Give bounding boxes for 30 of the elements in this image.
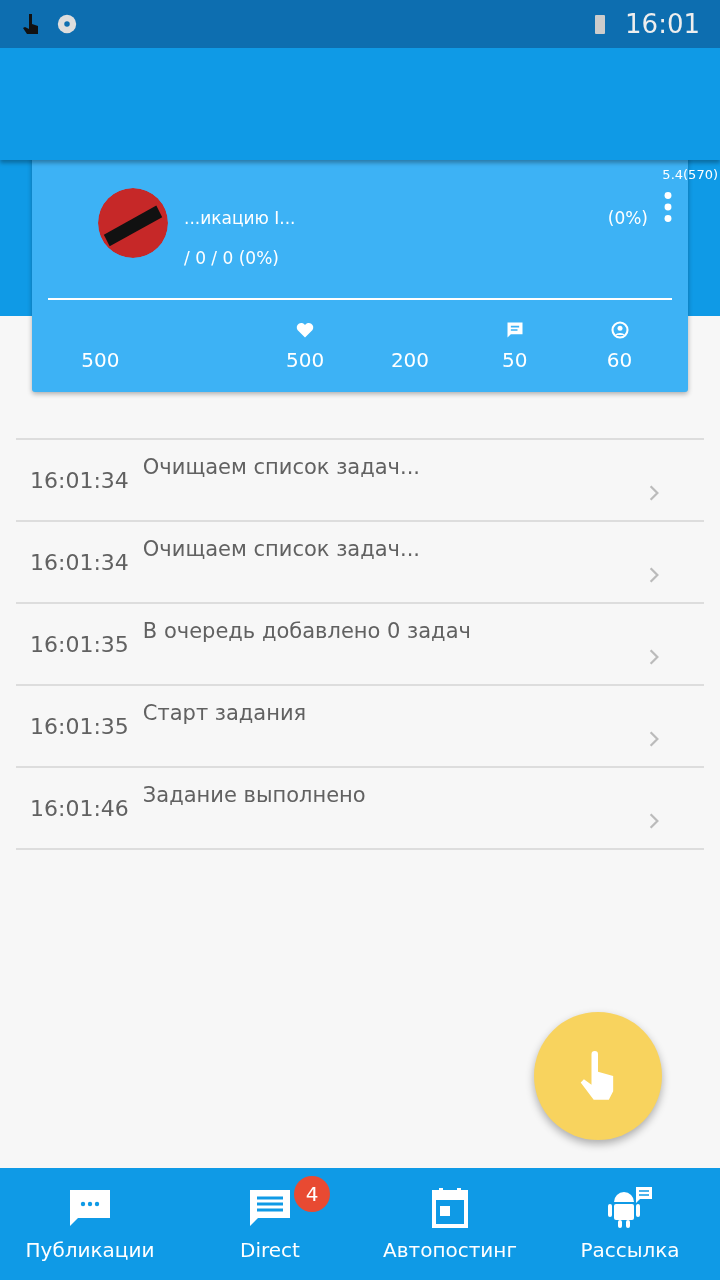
nav-item[interactable]: Рассылка bbox=[540, 1168, 720, 1280]
percent-label: (0%) bbox=[607, 208, 648, 228]
nav-item[interactable]: Автопостинг bbox=[360, 1168, 540, 1280]
log-row[interactable]: 16:01:34 Очищаем список задач... bbox=[16, 440, 704, 522]
unread-badge: 4 bbox=[294, 1176, 330, 1212]
log-row[interactable]: 16:01:35 Старт задания bbox=[16, 686, 704, 768]
stat-value: 200 bbox=[390, 348, 430, 372]
log-message: Задание выполнено bbox=[142, 783, 367, 807]
log-message: Очищаем список задач... bbox=[142, 537, 422, 561]
log-message: Очищаем список задач... bbox=[142, 455, 422, 479]
log-message: В очередь добавлено 0 задач bbox=[142, 619, 472, 643]
log-time: 16:01:35 bbox=[30, 631, 129, 657]
nav-item[interactable]: 4 Direct bbox=[180, 1168, 360, 1280]
version-label: 5.4(570) bbox=[662, 167, 718, 182]
stat-value: 500 bbox=[81, 348, 120, 372]
log-time: 16:01:46 bbox=[30, 795, 129, 821]
task-label: ...икацию I... bbox=[184, 208, 296, 228]
clock: 16:01 bbox=[625, 9, 700, 39]
log-time: 16:01:34 bbox=[30, 467, 129, 493]
log-message: Старт задания bbox=[142, 701, 308, 725]
stat-value: 50 bbox=[502, 348, 528, 372]
log-row[interactable]: 16:01:46 Задание выполнено bbox=[16, 768, 704, 850]
nav-item[interactable]: Публикации bbox=[0, 1168, 180, 1280]
log-time: 16:01:34 bbox=[30, 549, 129, 575]
stat-value: 500 bbox=[286, 348, 325, 372]
stat-value: 60 bbox=[606, 348, 633, 372]
counter-label: / 0 / 0 (0%) bbox=[184, 248, 280, 268]
log-row[interactable]: 16:01:35 В очередь добавлено 0 задач bbox=[16, 604, 704, 686]
log-row[interactable]: 16:01:34 Очищаем список задач... bbox=[16, 522, 704, 604]
log-time: 16:01:35 bbox=[30, 713, 129, 739]
